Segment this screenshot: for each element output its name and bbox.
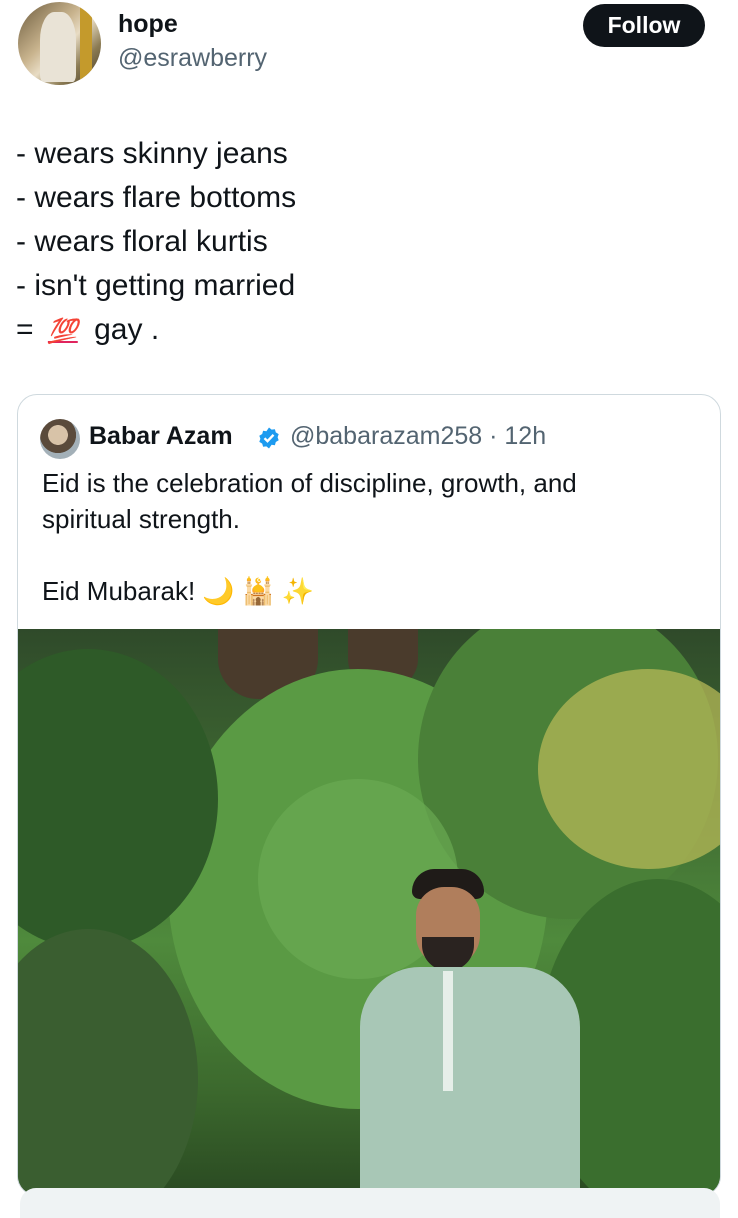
person <box>360 869 580 1195</box>
quoted-handle-time[interactable]: @babarazam258 · 12h <box>290 422 546 451</box>
avatar-figure <box>40 12 76 82</box>
post-line-ending: gay . <box>94 313 160 346</box>
next-card-edge <box>20 1188 720 1218</box>
quoted-line: spiritual strength. <box>42 504 240 534</box>
quoted-photo[interactable] <box>18 629 720 1195</box>
quoted-text: Eid is the celebration of discipline, gr… <box>42 465 692 609</box>
author-handle[interactable]: @esrawberry <box>118 44 267 73</box>
verified-badge-icon <box>259 427 279 449</box>
post-line: - isn't getting married <box>16 269 296 302</box>
post-line: - wears skinny jeans <box>16 137 288 170</box>
hundred-points-icon: 💯 <box>47 318 78 345</box>
avatar-background <box>80 2 92 85</box>
quoted-author-name[interactable]: Babar Azam <box>89 422 233 451</box>
author-name[interactable]: hope <box>118 10 178 39</box>
post-line-final: = 💯 gay . <box>16 308 296 354</box>
post-line: - wears flare bottoms <box>16 181 297 214</box>
quoted-post[interactable]: Babar Azam @babarazam258 · 12h Eid is th… <box>17 394 721 1196</box>
equals-sign: = <box>16 313 34 346</box>
post-line: - wears floral kurtis <box>16 225 268 258</box>
follow-button[interactable]: Follow <box>583 4 705 47</box>
quoted-line: Eid Mubarak! 🌙 🕌 ✨ <box>42 576 314 606</box>
quoted-line: Eid is the celebration of discipline, gr… <box>42 468 577 498</box>
quoted-avatar[interactable] <box>40 419 80 459</box>
author-avatar[interactable] <box>18 2 101 85</box>
post-text: - wears skinny jeans - wears flare botto… <box>16 132 296 354</box>
foliage <box>18 929 198 1195</box>
